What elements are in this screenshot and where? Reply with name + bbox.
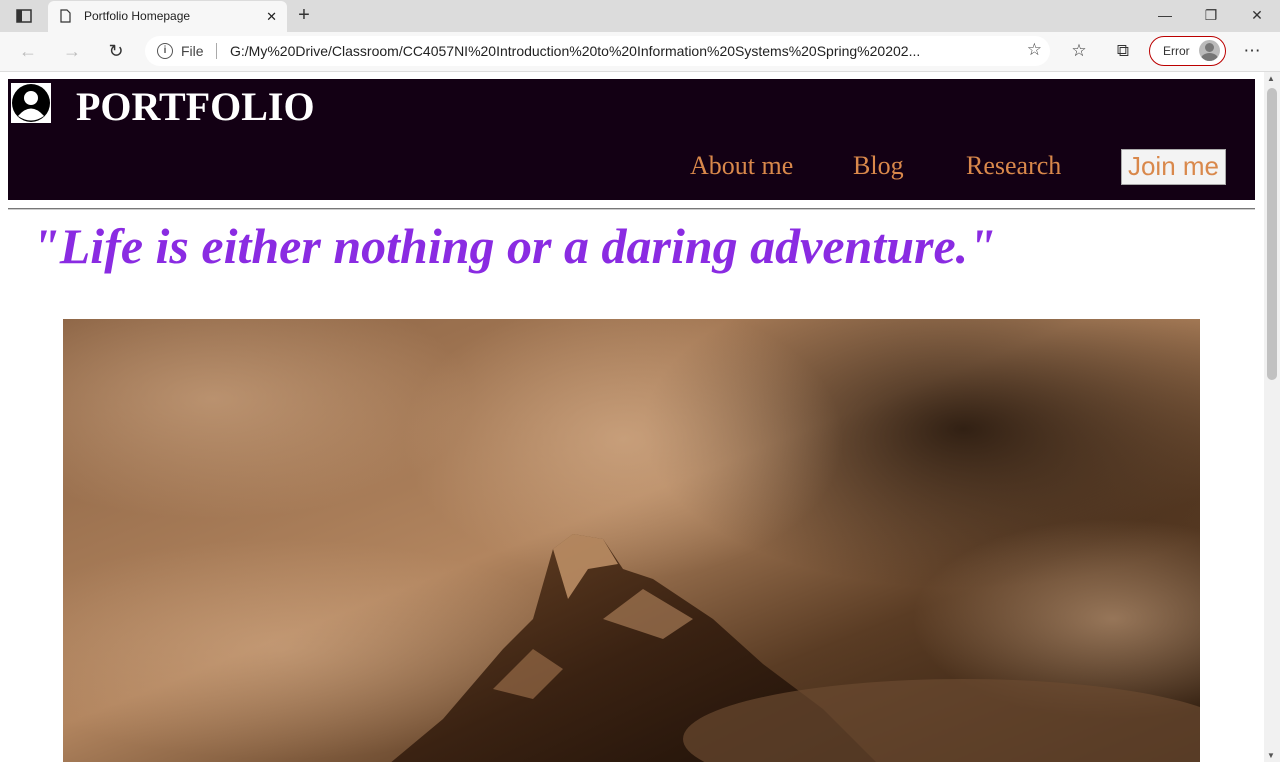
- tab-strip: Portfolio Homepage ✕ + — ❐ ✕: [0, 0, 1280, 32]
- profile-error-label: Error: [1163, 44, 1190, 58]
- site-header: PORTFOLIO About me Blog Research Join me: [8, 79, 1255, 200]
- join-me-button[interactable]: Join me: [1121, 149, 1226, 185]
- profile-button[interactable]: Error: [1149, 36, 1226, 66]
- more-menu-icon[interactable]: ⋯: [1240, 40, 1264, 62]
- nav-research[interactable]: Research: [966, 151, 1061, 181]
- divider: [216, 43, 217, 59]
- scheme-label: File: [181, 43, 204, 59]
- hero-quote: "Life is either nothing or a daring adve…: [32, 218, 996, 274]
- nav-about-me[interactable]: About me: [690, 151, 793, 181]
- tab-close-icon[interactable]: ✕: [266, 9, 277, 25]
- toolbar: ← → ↻ i File G:/My%20Drive/Classroom/CC4…: [0, 32, 1280, 72]
- add-favorite-icon[interactable]: ☆: [1027, 40, 1042, 60]
- page-viewport: PORTFOLIO About me Blog Research Join me…: [0, 72, 1264, 762]
- avatar: [1199, 40, 1220, 61]
- mountain-hero-image: [63, 319, 1200, 762]
- browser-tab[interactable]: Portfolio Homepage ✕: [48, 1, 287, 32]
- favorites-icon[interactable]: ☆: [1067, 40, 1091, 62]
- new-tab-icon[interactable]: +: [292, 5, 316, 27]
- nav-blog[interactable]: Blog: [853, 151, 904, 181]
- restore-icon[interactable]: ❐: [1197, 6, 1225, 26]
- url-text[interactable]: G:/My%20Drive/Classroom/CC4057NI%20Intro…: [230, 43, 920, 59]
- scroll-down-icon[interactable]: ▼: [1267, 751, 1275, 760]
- collections-icon[interactable]: ⧉: [1111, 40, 1135, 62]
- horizontal-divider: [8, 208, 1255, 210]
- tab-actions-icon[interactable]: [8, 6, 40, 26]
- vertical-scrollbar[interactable]: ▲ ▼: [1264, 72, 1280, 762]
- site-title: PORTFOLIO: [76, 84, 315, 129]
- minimize-icon[interactable]: —: [1151, 6, 1179, 26]
- reload-icon[interactable]: ↻: [104, 40, 128, 62]
- tab-title: Portfolio Homepage: [84, 9, 191, 23]
- address-bar[interactable]: i File G:/My%20Drive/Classroom/CC4057NI%…: [145, 36, 1050, 66]
- back-icon[interactable]: ←: [16, 40, 40, 62]
- scroll-up-icon[interactable]: ▲: [1267, 74, 1275, 83]
- window-close-icon[interactable]: ✕: [1243, 6, 1271, 26]
- user-avatar-icon: [11, 83, 51, 123]
- page-icon: [60, 9, 71, 28]
- forward-icon[interactable]: →: [60, 40, 84, 62]
- site-info-icon[interactable]: i: [157, 43, 173, 59]
- scrollbar-thumb[interactable]: [1267, 88, 1277, 380]
